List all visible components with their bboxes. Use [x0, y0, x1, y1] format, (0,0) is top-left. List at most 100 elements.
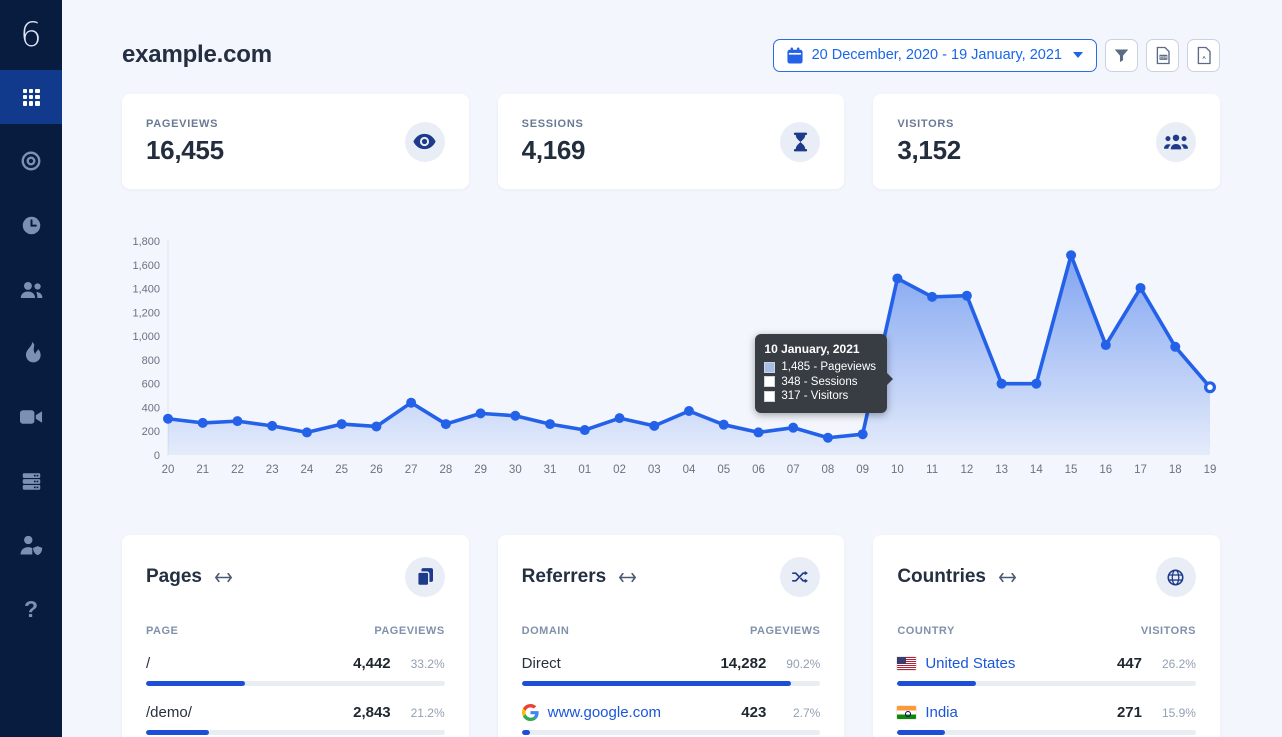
svg-text:08: 08 — [822, 464, 835, 476]
pdf-export-icon: A — [1196, 46, 1212, 65]
export-csv-button[interactable]: CSV — [1146, 39, 1179, 72]
row-label[interactable]: www.google.com — [522, 704, 661, 721]
filter-icon — [1113, 47, 1130, 64]
row-label: Direct — [522, 655, 561, 672]
row-value: 14,282 — [720, 655, 766, 672]
svg-text:07: 07 — [787, 464, 800, 476]
clock-icon — [21, 215, 42, 236]
date-range-picker[interactable]: 20 December, 2020 - 19 January, 2021 — [773, 39, 1097, 72]
svg-text:15: 15 — [1065, 464, 1078, 476]
stat-value: 4,169 — [522, 135, 586, 166]
copy-icon[interactable] — [405, 557, 445, 597]
csv-export-icon: CSV — [1155, 46, 1171, 65]
column-header: VISITORS — [1141, 625, 1196, 637]
svg-text:18: 18 — [1169, 464, 1182, 476]
row-percent: 21.2% — [405, 706, 445, 720]
users-icon — [19, 280, 44, 299]
card-title: Countries — [897, 566, 986, 588]
svg-text:26: 26 — [370, 464, 383, 476]
grid-icon — [23, 89, 40, 106]
row-percent: 26.2% — [1156, 657, 1196, 671]
row-percent: 15.9% — [1156, 706, 1196, 720]
row-percent: 90.2% — [780, 657, 820, 671]
chart-tooltip: 10 January, 2021 1,485 - Pageviews 348 -… — [755, 334, 887, 413]
svg-text:19: 19 — [1204, 464, 1217, 476]
row-label[interactable]: India — [897, 704, 958, 721]
sidebar-item-visitors[interactable] — [0, 262, 62, 316]
us-flag-icon — [897, 657, 916, 670]
sidebar-item-servers[interactable] — [0, 454, 62, 508]
main-content: example.com 20 December, 2020 - 19 Janua… — [62, 0, 1282, 737]
row-label[interactable]: United States — [897, 655, 1015, 672]
table-row: /demo/ 2,843 21.2% — [146, 704, 445, 735]
tooltip-text: 317 - Visitors — [781, 390, 848, 402]
row-label: /demo/ — [146, 704, 192, 721]
breakdown-cards: Pages PAGE PAGEVIEWS / 4,442 33.2% — [122, 535, 1220, 737]
sidebar-item-realtime[interactable] — [0, 198, 62, 252]
stat-value: 3,152 — [897, 135, 961, 166]
sidebar-item-dashboard[interactable] — [0, 70, 62, 124]
globe-icon[interactable] — [1156, 557, 1196, 597]
video-camera-icon — [20, 409, 43, 425]
filter-button[interactable] — [1105, 39, 1138, 72]
svg-text:30: 30 — [509, 464, 522, 476]
chart-svg[interactable]: 02004006008001,0001,2001,4001,6001,80020… — [122, 235, 1220, 481]
stat-value: 16,455 — [146, 135, 224, 166]
svg-text:01: 01 — [578, 464, 591, 476]
topbar: example.com 20 December, 2020 - 19 Janua… — [122, 38, 1220, 72]
svg-text:CSV: CSV — [1159, 55, 1167, 59]
svg-text:200: 200 — [142, 426, 160, 438]
table-row: www.google.com 423 2.7% — [522, 704, 821, 735]
sidebar-item-help[interactable]: ? — [0, 582, 62, 636]
swap-arrows-icon[interactable] — [215, 572, 232, 583]
users-group-icon — [1156, 122, 1196, 162]
pages-card: Pages PAGE PAGEVIEWS / 4,442 33.2% — [122, 535, 469, 737]
progress-bar — [522, 681, 821, 686]
sidebar-item-heatmaps[interactable] — [0, 326, 62, 380]
tooltip-swatch — [764, 391, 775, 402]
svg-text:31: 31 — [544, 464, 557, 476]
progress-bar — [522, 730, 821, 735]
row-value: 4,442 — [353, 655, 391, 672]
svg-text:06: 06 — [752, 464, 765, 476]
india-flag-icon — [897, 706, 916, 719]
sidebar-item-account[interactable] — [0, 518, 62, 572]
svg-text:11: 11 — [926, 464, 938, 476]
tooltip-date: 10 January, 2021 — [764, 342, 876, 356]
progress-bar — [146, 681, 445, 686]
svg-text:21: 21 — [196, 464, 209, 476]
swap-arrows-icon[interactable] — [619, 572, 636, 583]
chart-canvas[interactable]: 02004006008001,0001,2001,4001,6001,80020… — [122, 235, 1220, 486]
svg-text:10: 10 — [891, 464, 904, 476]
svg-text:27: 27 — [405, 464, 418, 476]
progress-bar — [897, 681, 1196, 686]
svg-text:02: 02 — [613, 464, 626, 476]
app-logo: 6 — [0, 0, 62, 70]
svg-text:13: 13 — [995, 464, 1008, 476]
stat-card-visitors: VISITORS 3,152 — [873, 94, 1220, 189]
chevron-down-icon — [1073, 52, 1083, 58]
swap-arrows-icon[interactable] — [999, 572, 1016, 583]
countries-card: Countries COUNTRY VISITORS United States… — [873, 535, 1220, 737]
sidebar-item-goals[interactable] — [0, 134, 62, 188]
google-favicon — [522, 704, 539, 721]
stat-cards: PAGEVIEWS 16,455 SESSIONS 4,169 VISITORS… — [122, 94, 1220, 189]
svg-text:20: 20 — [162, 464, 175, 476]
svg-text:24: 24 — [301, 464, 314, 476]
column-header: PAGE — [146, 625, 178, 637]
svg-text:05: 05 — [717, 464, 730, 476]
sidebar-item-recordings[interactable] — [0, 390, 62, 444]
table-row: India 271 15.9% — [897, 704, 1196, 735]
svg-text:22: 22 — [231, 464, 244, 476]
stat-label: SESSIONS — [522, 118, 586, 130]
table-row: United States 447 26.2% — [897, 655, 1196, 686]
stat-label: VISITORS — [897, 118, 961, 130]
table-row: Direct 14,282 90.2% — [522, 655, 821, 686]
tooltip-text: 348 - Sessions — [781, 376, 857, 388]
row-percent: 33.2% — [405, 657, 445, 671]
server-icon — [21, 471, 42, 492]
traffic-chart[interactable]: 02004006008001,0001,2001,4001,6001,80020… — [122, 235, 1220, 481]
shuffle-icon[interactable] — [780, 557, 820, 597]
export-pdf-button[interactable]: A — [1187, 39, 1220, 72]
svg-text:23: 23 — [266, 464, 279, 476]
